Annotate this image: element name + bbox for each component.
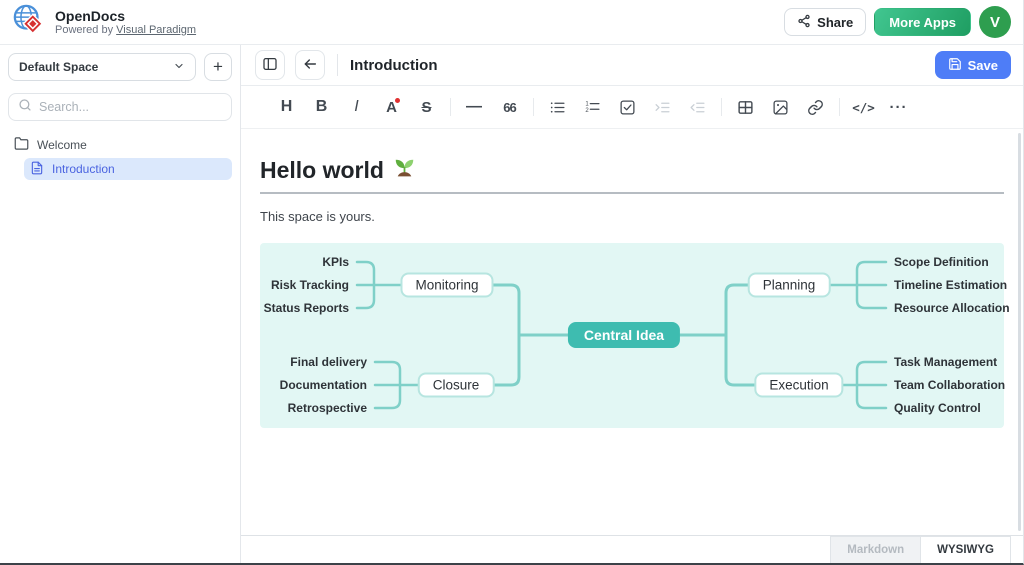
app-title: OpenDocs (55, 8, 196, 24)
chevron-down-icon (173, 60, 185, 75)
divider (450, 98, 451, 116)
search-input[interactable] (39, 100, 222, 114)
app-header: OpenDocs Powered by Visual Paradigm Shar… (0, 0, 1023, 45)
task-list-button[interactable] (610, 92, 645, 122)
mindmap-subtopic: Retrospective (288, 401, 367, 415)
tab-wysiwyg[interactable]: WYSIWYG (921, 536, 1011, 563)
page-title: Introduction (350, 57, 437, 74)
image-button[interactable] (763, 92, 798, 122)
document-icon (30, 161, 44, 178)
numbered-list-icon: 12 (584, 99, 601, 116)
link-icon (807, 99, 824, 116)
save-button[interactable]: Save (935, 51, 1011, 79)
mindmap-subtopic: Quality Control (894, 401, 981, 415)
save-icon (948, 57, 962, 74)
heading-button[interactable]: H (269, 92, 304, 122)
arrow-left-icon (302, 56, 318, 75)
space-selector[interactable]: Default Space (8, 53, 196, 81)
seedling-emoji-icon (392, 154, 417, 185)
folder-icon (14, 136, 29, 154)
main-panel: Introduction Save H B I A S — 66 (241, 45, 1023, 563)
search-icon (18, 98, 32, 117)
horizontal-rule-button[interactable]: — (457, 92, 492, 122)
avatar[interactable]: V (979, 6, 1011, 38)
vertical-scrollbar[interactable] (1018, 133, 1021, 531)
app-window: OpenDocs Powered by Visual Paradigm Shar… (0, 0, 1024, 565)
sidebar-panel-icon (262, 56, 278, 75)
doc-heading: Hello world (260, 154, 1004, 185)
mindmap-topic-monitoring: Monitoring (400, 273, 493, 298)
tree-item-welcome[interactable]: Welcome (8, 134, 232, 156)
bold-button[interactable]: B (304, 92, 339, 122)
indent-icon (654, 99, 671, 116)
mindmap-topic-execution: Execution (754, 373, 843, 398)
italic-button[interactable]: I (339, 92, 374, 122)
powered-by: Powered by Visual Paradigm (55, 24, 196, 37)
image-icon (772, 99, 789, 116)
opendocs-logo-icon (12, 3, 46, 42)
toggle-sidebar-button[interactable] (255, 50, 285, 80)
bullet-list-icon (549, 99, 566, 116)
indent-button[interactable] (645, 92, 680, 122)
table-icon (737, 99, 754, 116)
link-button[interactable] (798, 92, 833, 122)
bullet-list-button[interactable] (540, 92, 575, 122)
sidebar: Default Space + Welcome (0, 45, 241, 563)
more-options-button[interactable]: ··· (881, 92, 916, 122)
mindmap-subtopic: Scope Definition (894, 255, 989, 269)
mindmap-subtopic: Documentation (280, 378, 367, 392)
mindmap-subtopic: KPIs (322, 255, 349, 269)
mindmap-topic-closure: Closure (418, 373, 495, 398)
brand: OpenDocs Powered by Visual Paradigm (12, 3, 196, 42)
more-apps-button[interactable]: More Apps (874, 8, 971, 36)
divider (721, 98, 722, 116)
editor-content[interactable]: Hello world This space is yours. Central… (241, 129, 1023, 535)
formatting-toolbar: H B I A S — 66 12 (241, 86, 1023, 129)
blockquote-button[interactable]: 66 (492, 92, 527, 122)
strikethrough-button[interactable]: S (409, 92, 444, 122)
editor-mode-switcher: Markdown WYSIWYG (241, 535, 1023, 563)
table-button[interactable] (728, 92, 763, 122)
back-button[interactable] (295, 50, 325, 80)
task-list-icon (619, 99, 636, 116)
mindmap-subtopic: Final delivery (290, 355, 367, 369)
visual-paradigm-link[interactable]: Visual Paradigm (116, 24, 196, 36)
document-tree: Welcome Introduction (8, 134, 232, 180)
doc-paragraph: This space is yours. (260, 209, 1004, 224)
mindmap-subtopic: Status Reports (264, 301, 349, 315)
code-button[interactable]: </> (846, 92, 881, 122)
mindmap-central-topic: Central Idea (568, 322, 680, 348)
divider (337, 54, 338, 76)
share-icon (797, 14, 811, 31)
header-actions: Share More Apps V (784, 6, 1011, 38)
mindmap-subtopic: Risk Tracking (271, 278, 349, 292)
tab-markdown[interactable]: Markdown (830, 536, 921, 563)
divider (533, 98, 534, 116)
divider (839, 98, 840, 116)
new-space-button[interactable]: + (204, 53, 232, 81)
mindmap-topic-planning: Planning (748, 273, 831, 298)
doc-header: Introduction Save (241, 45, 1023, 86)
tree-item-introduction[interactable]: Introduction (24, 158, 232, 180)
share-button[interactable]: Share (784, 8, 866, 36)
mindmap-subtopic: Resource Allocation (894, 301, 1010, 315)
mindmap-subtopic: Task Management (894, 355, 997, 369)
color-dot (395, 98, 400, 103)
workspace: Default Space + Welcome (0, 45, 1023, 563)
outdent-icon (689, 99, 706, 116)
search-box[interactable] (8, 93, 232, 121)
heading-rule (260, 192, 1004, 194)
svg-text:1: 1 (585, 101, 589, 107)
text-color-button[interactable]: A (374, 92, 409, 122)
svg-text:2: 2 (585, 107, 589, 113)
mindmap-subtopic: Team Collaboration (894, 378, 1005, 392)
numbered-list-button[interactable]: 12 (575, 92, 610, 122)
outdent-button[interactable] (680, 92, 715, 122)
mindmap-subtopic: Timeline Estimation (894, 278, 1007, 292)
mindmap-diagram[interactable]: Central Idea Monitoring KPIs Risk Tracking S… (260, 243, 1004, 428)
